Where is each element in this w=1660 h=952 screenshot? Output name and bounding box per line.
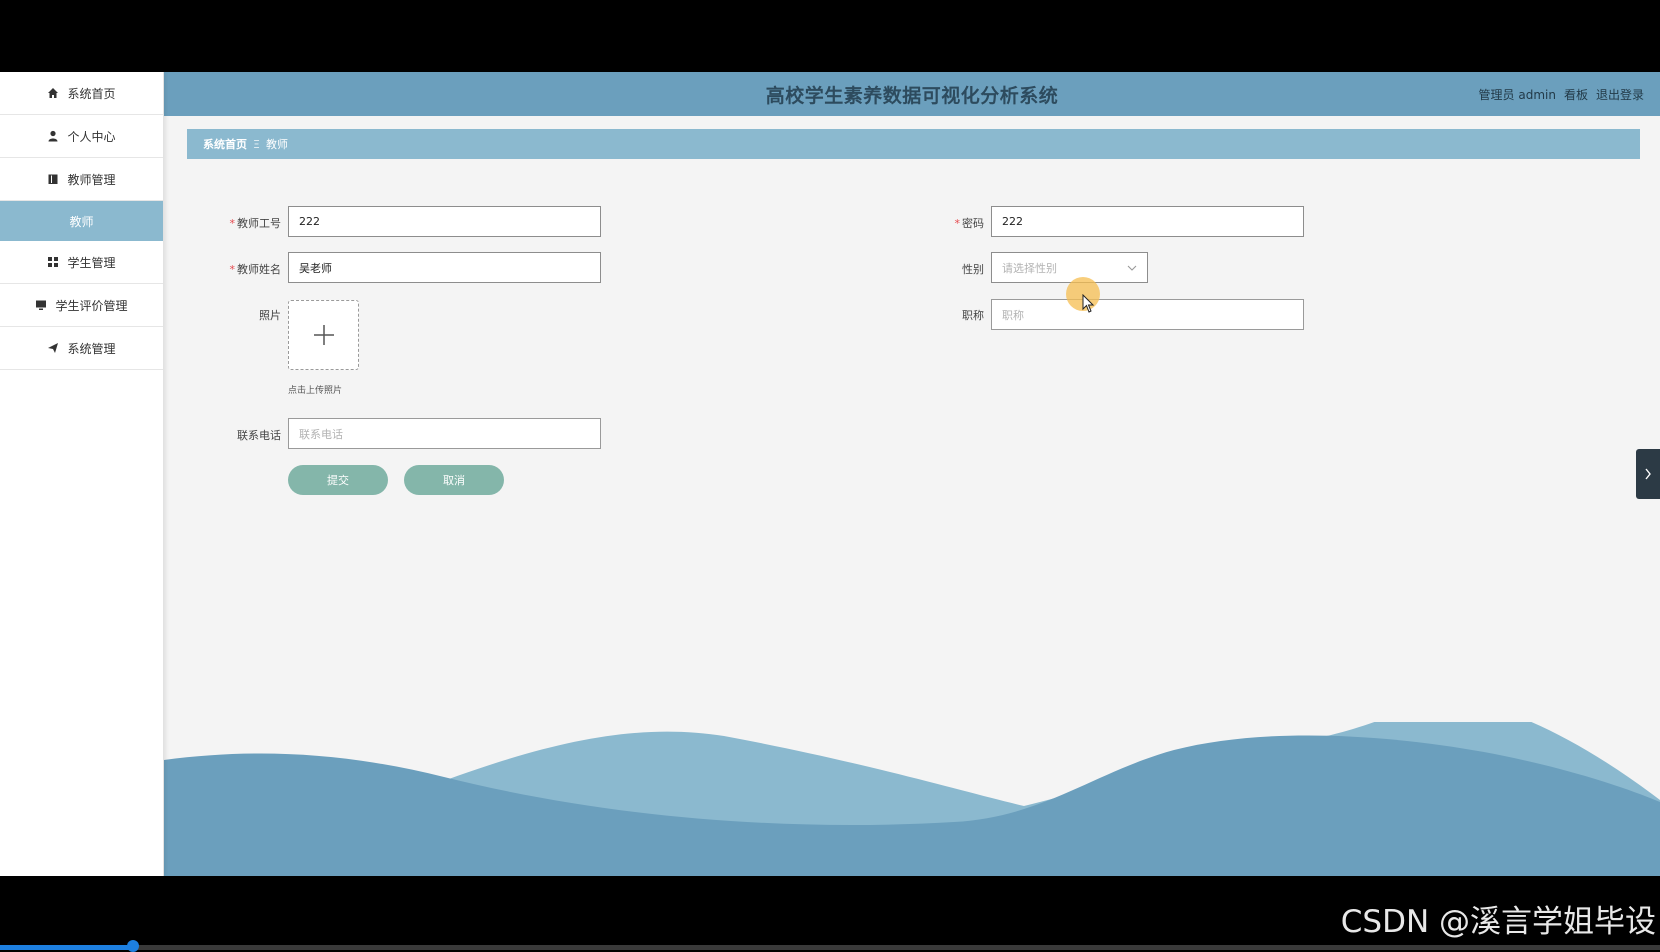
sidebar-item-label: 系统管理 <box>67 341 116 356</box>
submit-button[interactable]: 提交 <box>288 465 388 495</box>
job-title-label: 职称 <box>962 309 984 322</box>
photo-upload[interactable] <box>288 300 359 370</box>
teacher-id-label: * 教师工号 <box>229 217 282 230</box>
gender-label: 性别 <box>962 263 984 276</box>
phone-input[interactable]: 联系电话 <box>288 418 601 449</box>
sidebar-item-label: 系统首页 <box>67 86 116 101</box>
book-icon <box>47 173 59 185</box>
app-title: 高校学生素养数据可视化分析系统 <box>765 84 1059 107</box>
sidebar-item-home[interactable]: 系统首页 <box>0 72 163 115</box>
phone-label: 联系电话 <box>237 429 281 442</box>
gender-select[interactable]: 请选择性别 <box>991 252 1148 283</box>
user-label: 管理员 admin <box>1478 87 1556 102</box>
photo-upload-tip: 点击上传照片 <box>288 386 343 396</box>
sidebar-subitem-teacher[interactable]: 教师 <box>0 201 163 241</box>
drawer-toggle-button[interactable] <box>1636 449 1660 499</box>
video-progress-knob[interactable] <box>126 940 139 952</box>
dashboard-link[interactable]: 看板 <box>1564 86 1588 103</box>
required-mark: * <box>229 217 236 230</box>
cancel-button[interactable]: 取消 <box>404 465 504 495</box>
decorative-waves <box>164 722 1660 876</box>
header-user-area: 管理员 admin 看板 退出登录 <box>1479 72 1644 116</box>
password-input[interactable]: 222 <box>991 206 1304 237</box>
sidebar-item-label: 学生评价管理 <box>55 298 128 313</box>
required-mark: * <box>954 217 961 230</box>
video-progress-bar[interactable] <box>0 940 1660 952</box>
user-icon <box>47 130 59 142</box>
logout-link[interactable]: 退出登录 <box>1596 86 1644 103</box>
send-icon <box>47 342 59 354</box>
home-icon <box>47 87 59 99</box>
teacher-id-input[interactable]: 222 <box>288 206 601 237</box>
sidebar-item-profile[interactable]: 个人中心 <box>0 115 163 158</box>
app-window: 系统首页 个人中心 教师管理 教师 学生管理 学生评价管理 系统管理 高校学生素… <box>0 72 1660 876</box>
teacher-name-input[interactable]: 吴老师 <box>288 252 601 283</box>
video-progress-fill <box>0 945 133 950</box>
required-mark: * <box>229 263 236 276</box>
sidebar: 系统首页 个人中心 教师管理 教师 学生管理 学生评价管理 系统管理 <box>0 72 164 876</box>
chevron-right-icon <box>1645 468 1651 480</box>
top-header: 高校学生素养数据可视化分析系统 管理员 admin 看板 退出登录 <box>164 72 1660 116</box>
sidebar-item-label: 个人中心 <box>67 129 116 144</box>
sidebar-item-label: 学生管理 <box>67 255 116 270</box>
password-label: * 密码 <box>954 217 985 230</box>
sidebar-item-system-management[interactable]: 系统管理 <box>0 327 163 370</box>
chevron-down-icon <box>1127 265 1137 271</box>
sidebar-subitem-label: 教师 <box>69 214 94 229</box>
watermark-text: CSDN @溪言学姐毕设 <box>1340 904 1656 940</box>
sidebar-item-label: 教师管理 <box>67 172 116 187</box>
sidebar-item-student-management[interactable]: 学生管理 <box>0 241 163 284</box>
sidebar-item-teacher-management[interactable]: 教师管理 <box>0 158 163 201</box>
job-title-input[interactable]: 职称 <box>991 299 1304 330</box>
grid-icon <box>47 256 59 268</box>
breadcrumb: 系统首页 Ξ 教师 <box>187 129 1640 159</box>
plus-icon <box>313 325 334 345</box>
breadcrumb-current: 教师 <box>265 138 288 151</box>
sidebar-item-evaluation-management[interactable]: 学生评价管理 <box>0 284 163 327</box>
gender-select-placeholder: 请选择性别 <box>1002 261 1057 275</box>
mouse-cursor-icon <box>1082 294 1095 313</box>
photo-label: 照片 <box>259 309 281 322</box>
teacher-name-label: * 教师姓名 <box>229 263 282 276</box>
monitor-icon <box>35 299 47 311</box>
breadcrumb-separator: Ξ <box>253 137 260 151</box>
breadcrumb-home[interactable]: 系统首页 <box>203 136 247 152</box>
